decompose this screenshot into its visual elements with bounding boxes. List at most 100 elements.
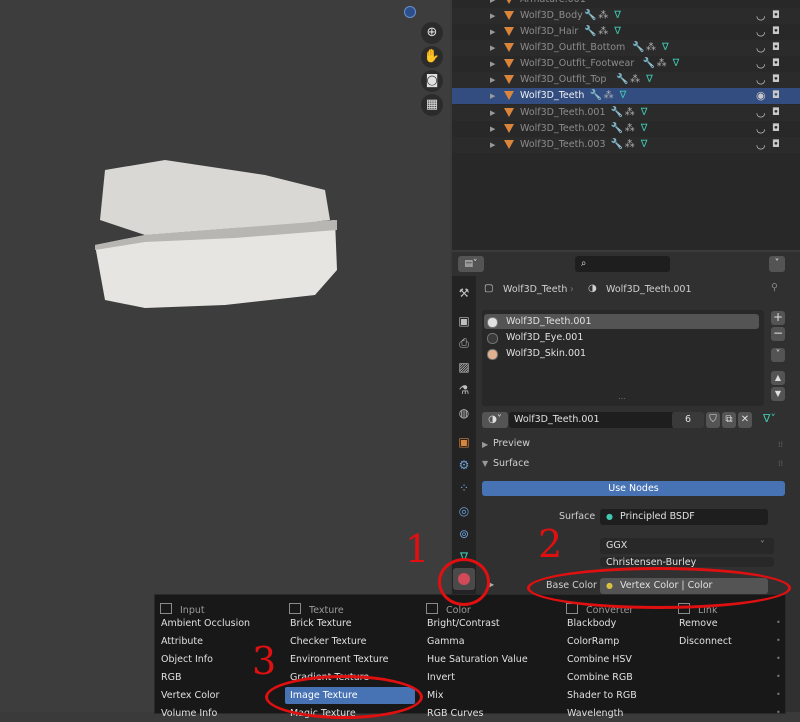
visibility-eye-icon[interactable]: ◉ — [756, 88, 766, 104]
mesh-data-icon[interactable]: ∇ — [614, 24, 621, 40]
menu-item-converter[interactable]: Combine RGB — [562, 669, 692, 686]
mesh-data-icon[interactable]: ∇ — [641, 137, 648, 153]
unlink-icon[interactable]: ✕ — [738, 412, 752, 428]
mesh-data-icon[interactable]: ∇ — [614, 8, 621, 24]
particles-tab-icon[interactable]: ⁘ — [454, 478, 474, 498]
mesh-data-icon[interactable]: ∇ — [662, 40, 669, 56]
menu-item-converter[interactable]: Wavelength — [562, 705, 692, 722]
navigation-gizmo-icon[interactable] — [404, 6, 416, 18]
menu-item-texture[interactable]: Brick Texture — [285, 615, 415, 632]
expand-arrow-icon[interactable]: ▶ — [490, 56, 495, 72]
expand-arrow-icon[interactable]: ▶ — [490, 137, 495, 153]
outliner-row[interactable]: ▶ Wolf3D_Teeth.001 🔧 ⁂ ∇ ◡ ◘ — [452, 105, 800, 121]
visibility-eye-icon[interactable]: ◡ — [756, 24, 766, 40]
vertex-groups-icon[interactable]: ⁂ — [630, 72, 640, 88]
modifier-wrench-icon[interactable]: 🔧 — [632, 40, 644, 56]
preview-panel-header[interactable]: Preview — [493, 438, 530, 449]
slot-specials-icon[interactable]: ˅ — [771, 348, 785, 362]
menu-item-converter[interactable]: Shader to RGB — [562, 687, 692, 704]
panel-grip-icon[interactable]: ⁞⁞ — [778, 440, 783, 449]
vertex-groups-icon[interactable]: ⁂ — [657, 56, 667, 72]
modifier-wrench-icon[interactable]: 🔧 — [643, 56, 655, 72]
menu-item-input[interactable]: Volume Info — [156, 705, 286, 722]
output-tab-icon[interactable]: ⎙ — [454, 333, 474, 353]
render-camera-icon[interactable]: ◘ — [772, 121, 780, 137]
editor-type-icon[interactable]: ▤˅ — [458, 256, 484, 272]
menu-item-texture[interactable]: Checker Texture — [285, 633, 415, 650]
browse-material-icon[interactable]: ◑˅ — [482, 412, 508, 428]
outliner-item-name[interactable]: Wolf3D_Teeth.001 — [520, 105, 606, 121]
link-type-icon[interactable]: ∇˅ — [763, 412, 776, 425]
vertex-groups-icon[interactable]: ⁂ — [598, 24, 608, 40]
outliner-row[interactable]: ▶ Wolf3D_Teeth.003 🔧 ⁂ ∇ ◡ ◘ — [452, 137, 800, 153]
mesh-data-icon[interactable]: ∇ — [673, 56, 680, 72]
expand-arrow-icon[interactable]: ▶ — [490, 72, 495, 88]
outliner-item-name[interactable]: Armature.001 — [520, 0, 586, 8]
constraints-tab-icon[interactable]: ⊚ — [454, 524, 474, 544]
outliner-item-name[interactable]: Wolf3D_Outfit_Bottom — [520, 40, 625, 56]
menu-item-link[interactable]: Remove — [674, 615, 769, 632]
object-tab-icon[interactable]: ▣ — [454, 432, 474, 452]
preview-collapse-icon[interactable]: ▶ — [482, 440, 488, 449]
view-layer-tab-icon[interactable]: ▨ — [454, 357, 474, 377]
vertex-groups-icon[interactable]: ⁂ — [625, 137, 635, 153]
chevron-down-icon[interactable]: ˅ — [769, 256, 785, 272]
vertex-groups-icon[interactable]: ⁂ — [598, 8, 608, 24]
outliner-item-name[interactable]: Wolf3D_Teeth — [520, 88, 584, 104]
mesh-data-icon[interactable]: ∇ — [620, 88, 627, 104]
outliner-item-name[interactable]: Wolf3D_Outfit_Top — [520, 72, 606, 88]
menu-item-color[interactable]: Invert — [422, 669, 552, 686]
camera-view-icon[interactable]: ◙ — [421, 70, 443, 92]
physics-tab-icon[interactable]: ◎ — [454, 501, 474, 521]
expand-arrow-icon[interactable]: ▶ — [490, 24, 495, 40]
material-slot-item[interactable]: Wolf3D_Teeth.001 — [484, 314, 759, 329]
material-slot-item[interactable]: Wolf3D_Skin.001 — [484, 346, 759, 361]
modifier-wrench-icon[interactable]: 🔧 — [611, 137, 623, 153]
render-camera-icon[interactable]: ◘ — [772, 24, 780, 40]
vertex-groups-icon[interactable]: ⁂ — [625, 105, 635, 121]
search-input[interactable]: ⌕ — [575, 256, 670, 272]
move-down-icon[interactable]: ▼ — [771, 387, 785, 401]
mesh-data-icon[interactable]: ∇ — [646, 72, 653, 88]
render-camera-icon[interactable]: ◘ — [772, 88, 780, 104]
vertex-groups-icon[interactable]: ⁂ — [646, 40, 656, 56]
material-slot-item[interactable]: Wolf3D_Eye.001 — [484, 330, 759, 345]
scene-tab-icon[interactable]: ⚗ — [454, 380, 474, 400]
remove-slot-button[interactable]: − — [771, 327, 785, 341]
modifier-wrench-icon[interactable]: 🔧 — [611, 121, 623, 137]
menu-item-link[interactable]: Disconnect — [674, 633, 769, 650]
fake-user-icon[interactable]: ⛉ — [706, 412, 720, 428]
expand-arrow-icon[interactable]: ▶ — [490, 8, 495, 24]
render-camera-icon[interactable]: ◘ — [772, 105, 780, 121]
menu-item-color[interactable]: Gamma — [422, 633, 552, 650]
menu-item-converter[interactable]: Blackbody — [562, 615, 692, 632]
vertex-groups-icon[interactable]: ⁂ — [625, 121, 635, 137]
outliner-item-name[interactable]: Wolf3D_Teeth.002 — [520, 121, 606, 137]
menu-item-color[interactable]: Bright/Contrast — [422, 615, 552, 632]
expand-arrow-icon[interactable]: ▶ — [490, 0, 495, 8]
outliner-row[interactable]: ▶ Wolf3D_Hair 🔧 ⁂ ∇ ◡ ◘ — [452, 24, 800, 40]
outliner-item-name[interactable]: Wolf3D_Body — [520, 8, 583, 24]
modifier-wrench-icon[interactable]: 🔧 — [611, 105, 623, 121]
expand-arrow-icon[interactable]: ▶ — [490, 121, 495, 137]
menu-item-color[interactable]: Hue Saturation Value — [422, 651, 552, 668]
visibility-eye-icon[interactable]: ◡ — [756, 121, 766, 137]
visibility-eye-icon[interactable]: ◡ — [756, 40, 766, 56]
menu-item-color[interactable]: RGB Curves — [422, 705, 552, 722]
menu-item-converter[interactable]: ColorRamp — [562, 633, 692, 650]
render-camera-icon[interactable]: ◘ — [772, 56, 780, 72]
subsurface-method-dropdown[interactable]: Christensen-Burley — [600, 557, 774, 567]
list-grip-icon[interactable]: ⋯ — [618, 394, 626, 403]
render-camera-icon[interactable]: ◘ — [772, 137, 780, 153]
modifier-wrench-icon[interactable]: 🔧 — [616, 72, 628, 88]
menu-item-color[interactable]: Mix — [422, 687, 552, 704]
render-camera-icon[interactable]: ◘ — [772, 40, 780, 56]
zoom-icon[interactable]: ⊕ — [421, 22, 443, 44]
render-tab-icon[interactable]: ▣ — [454, 311, 474, 331]
surface-expand-icon[interactable]: ▼ — [482, 459, 488, 468]
expand-arrow-icon[interactable]: ▶ — [490, 40, 495, 56]
vertex-groups-icon[interactable]: ⁂ — [604, 88, 614, 104]
material-name-field[interactable]: Wolf3D_Teeth.001 — [509, 412, 674, 428]
duplicate-icon[interactable]: ⧉ — [722, 412, 736, 428]
outliner-row[interactable]: ▶ Wolf3D_Teeth 🔧 ⁂ ∇ ◉ ◘ — [452, 88, 800, 104]
